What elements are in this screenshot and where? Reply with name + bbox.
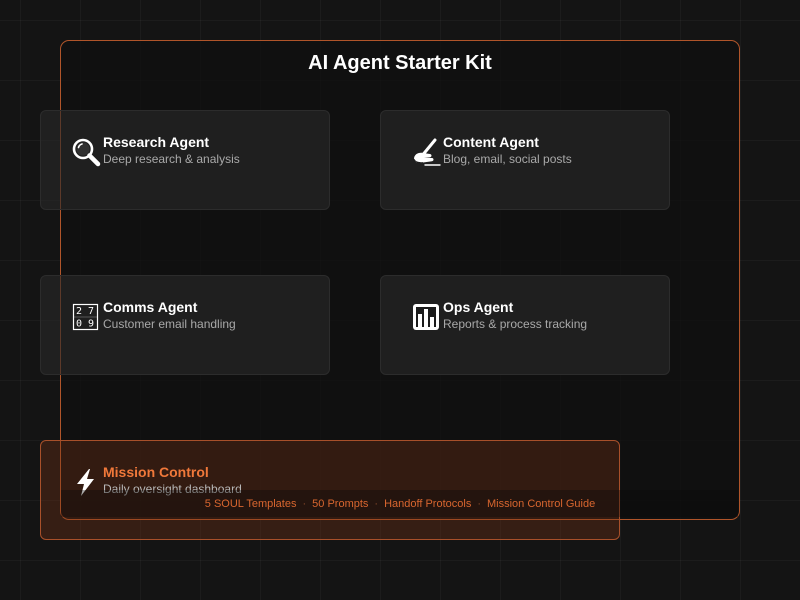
content-agent-card[interactable]: Content Agent Blog, email, social posts xyxy=(380,110,670,210)
bar-chart-icon xyxy=(411,302,441,332)
footer-separator: · xyxy=(374,498,379,510)
footer-item-prompts: 50 Prompts xyxy=(312,498,369,510)
mission-control-title: Mission Control xyxy=(103,464,209,480)
research-agent-title: Research Agent xyxy=(103,134,210,150)
comms-agent-title: Comms Agent xyxy=(103,299,198,315)
ops-agent-title: Ops Agent xyxy=(443,299,514,315)
content-agent-subtitle: Blog, email, social posts xyxy=(443,152,572,166)
ops-agent-card[interactable]: Ops Agent Reports & process tracking xyxy=(380,275,670,375)
footer-separator: · xyxy=(302,498,307,510)
comms-icon-digit: 2 xyxy=(76,306,82,317)
footer-resources: 5 SOUL Templates · 50 Prompts · Handoff Prot… xyxy=(0,498,800,510)
footer-separator: · xyxy=(477,498,481,510)
footer-item-mission-control-guide: Mission Control Guide xyxy=(487,498,596,510)
comms-icon-digit: 9 xyxy=(88,319,94,330)
number-grid-icon: 2 7 0 9 xyxy=(71,302,101,332)
writing-hand-icon xyxy=(411,137,441,167)
magnifier-icon xyxy=(71,137,101,167)
footer-item-handoff-protocols: Handoff Protocols xyxy=(384,498,472,510)
comms-icon-digit: 7 xyxy=(88,306,94,317)
content-agent-title: Content Agent xyxy=(443,134,539,150)
comms-agent-subtitle: Customer email handling xyxy=(103,317,236,331)
ops-agent-subtitle: Reports & process tracking xyxy=(443,317,588,331)
page-title: AI Agent Starter Kit xyxy=(308,52,492,74)
comms-agent-card[interactable]: 2 7 0 9 Comms Agent Customer email handl… xyxy=(40,275,330,375)
comms-icon-digit: 0 xyxy=(76,319,82,330)
research-agent-card[interactable]: Research Agent Deep research & analysis xyxy=(40,110,330,210)
research-agent-subtitle: Deep research & analysis xyxy=(103,152,240,166)
footer-item-soul-templates: 5 SOUL Templates xyxy=(204,498,297,510)
